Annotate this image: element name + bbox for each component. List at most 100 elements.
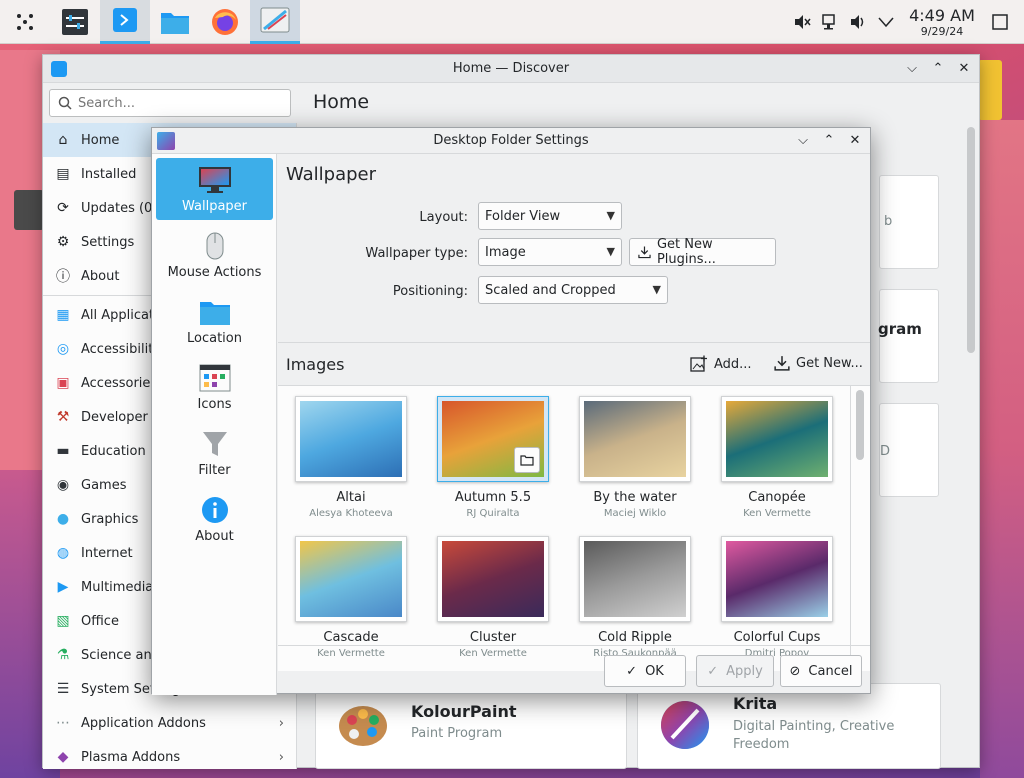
wallpaper-name: Autumn 5.5: [454, 490, 532, 505]
digital-clock[interactable]: 4:49 AM 9/29/24: [904, 5, 980, 38]
discover-titlebar[interactable]: Home — Discover ⌵ ⌃ ✕: [43, 55, 979, 83]
category-about[interactable]: About: [156, 488, 273, 550]
system-settings-icon: ☰: [56, 681, 70, 697]
wallpaper-item[interactable]: Colorful Cups Dmitri Popov: [708, 536, 846, 659]
app-card-kolourpaint[interactable]: KolourPaint Paint Program: [315, 683, 627, 769]
chevron-right-icon: ›: [278, 715, 284, 731]
apply-button[interactable]: ✓ Apply: [696, 655, 774, 687]
sidebar-item-label: Games: [81, 477, 127, 493]
category-icons[interactable]: Icons: [156, 356, 273, 418]
network-icon[interactable]: [816, 8, 844, 36]
category-location[interactable]: Location: [156, 290, 273, 352]
wallpaper-item[interactable]: By the water Maciej Wiklo: [566, 396, 704, 519]
search-input[interactable]: [78, 95, 278, 111]
wallpaper-type-combobox[interactable]: Image ▼: [478, 238, 622, 266]
taskbar-firefox[interactable]: [200, 0, 250, 44]
volume-icon[interactable]: [844, 8, 872, 36]
wallpaper-thumbnail[interactable]: [437, 536, 549, 622]
app-card-krita[interactable]: Krita Digital Painting, Creative Freedom: [637, 683, 941, 769]
ok-button[interactable]: ✓ OK: [604, 655, 686, 687]
wallpaper-preview: [300, 541, 402, 617]
open-folder-icon[interactable]: [514, 447, 540, 473]
tray-expand-chevron-icon[interactable]: [872, 8, 900, 36]
images-toolbar: Images Add... Get New...: [278, 342, 870, 386]
app-launcher-button[interactable]: [0, 0, 50, 44]
wallpaper-item[interactable]: Autumn 5.5 RJ Quiralta: [424, 396, 562, 519]
wallpaper-item[interactable]: Cold Ripple Risto Saukonpää: [566, 536, 704, 659]
wallpaper-author: RJ Quiralta: [466, 508, 520, 519]
wallpaper-item[interactable]: Canopée Ken Vermette: [708, 396, 846, 519]
chevron-down-icon: ▼: [606, 245, 615, 258]
check-icon: ✓: [707, 663, 719, 679]
about-icon: [198, 495, 232, 525]
category-mouse-actions[interactable]: Mouse Actions: [156, 224, 273, 286]
wallpaper-author: Ken Vermette: [743, 508, 811, 519]
wallpaper-thumbnail[interactable]: [295, 536, 407, 622]
positioning-combobox[interactable]: Scaled and Cropped ▼: [478, 276, 668, 304]
wallpaper-thumbnail[interactable]: [579, 536, 691, 622]
maximize-icon[interactable]: ⌃: [820, 131, 838, 149]
wallpaper-item[interactable]: Altai Alesya Khoteeva: [282, 396, 420, 519]
sidebar-item-label: Graphics: [81, 511, 139, 527]
hammer-icon: ⚒: [56, 409, 70, 425]
clock-time: 4:49 AM: [909, 5, 975, 25]
chevron-right-icon: ›: [278, 749, 284, 765]
show-desktop-icon[interactable]: [986, 8, 1014, 36]
maximize-icon[interactable]: ⌃: [929, 59, 947, 77]
taskbar-discover[interactable]: [100, 0, 150, 44]
audio-muted-icon[interactable]: [788, 8, 816, 36]
desktop-item-folder[interactable]: [978, 60, 1002, 120]
wallpaper-name: Colorful Cups: [733, 630, 821, 645]
cancel-icon: ⊘: [789, 663, 801, 679]
minimize-icon[interactable]: ⌵: [794, 131, 812, 149]
grid-scroll-track: [850, 386, 851, 671]
category-wallpaper[interactable]: Wallpaper: [156, 158, 273, 220]
app-card[interactable]: gram: [878, 289, 939, 383]
wallpaper-item[interactable]: Cluster Ken Vermette: [424, 536, 562, 659]
desktop-icon[interactable]: [14, 190, 44, 230]
accessibility-icon: ◎: [56, 341, 70, 357]
education-icon: ▬: [56, 443, 70, 459]
wallpaper-item[interactable]: Cascade Ken Vermette: [282, 536, 420, 659]
wallpaper-thumbnail[interactable]: [295, 396, 407, 482]
add-image-button[interactable]: Add...: [690, 355, 752, 373]
folder-icon: [161, 12, 189, 34]
get-new-plugins-button[interactable]: Get New Plugins...: [629, 237, 776, 267]
sidebar-item[interactable]: ⋯ Application Addons ›: [43, 706, 296, 740]
positioning-label: Positioning:: [392, 284, 468, 299]
layout-label: Layout:: [419, 210, 468, 225]
graphics-icon: ●: [56, 511, 70, 527]
wallpaper-thumbnail[interactable]: [721, 536, 833, 622]
minimize-icon[interactable]: ⌵: [903, 59, 921, 77]
app-card[interactable]: D: [879, 403, 939, 497]
wallpaper-thumbnail[interactable]: [721, 396, 833, 482]
discover-scrollbar[interactable]: [967, 127, 975, 353]
category-label: Icons: [197, 396, 232, 412]
taskbar-desktop-settings[interactable]: [250, 0, 300, 44]
taskbar-system-settings[interactable]: [50, 0, 100, 44]
wallpaper-thumbnail[interactable]: [437, 396, 549, 482]
close-icon[interactable]: ✕: [955, 59, 973, 77]
app-name: KolourPaint: [411, 702, 517, 721]
cancel-button[interactable]: ⊘ Cancel: [780, 655, 862, 687]
mouse-icon: [198, 231, 232, 261]
sidebar-item[interactable]: ◆ Plasma Addons ›: [43, 740, 296, 774]
get-new-wallpapers-button[interactable]: Get New...: [774, 355, 863, 371]
dialog-titlebar[interactable]: Desktop Folder Settings ⌵ ⌃ ✕: [152, 128, 870, 154]
wallpaper-thumbnail[interactable]: [579, 396, 691, 482]
category-label: Filter: [198, 462, 231, 478]
layout-combobox[interactable]: Folder View ▼: [478, 202, 622, 230]
sidebar-item-label: Education: [81, 443, 146, 459]
grid-scrollbar[interactable]: [856, 390, 864, 460]
app-card[interactable]: b: [879, 175, 939, 269]
taskbar-file-manager[interactable]: [150, 0, 200, 44]
search-field[interactable]: [49, 89, 291, 117]
wallpaper-type-label: Wallpaper type:: [365, 246, 468, 261]
updates-icon: ⟳: [57, 200, 69, 216]
close-icon[interactable]: ✕: [846, 131, 864, 149]
home-icon: ⌂: [58, 132, 68, 148]
category-filter[interactable]: Filter: [156, 422, 273, 484]
sidebar-item-label: Accessibility: [81, 341, 161, 357]
dialog-button-bar: ✓ OK ✓ Apply ⊘ Cancel: [278, 645, 870, 695]
button-label: Apply: [726, 663, 763, 679]
